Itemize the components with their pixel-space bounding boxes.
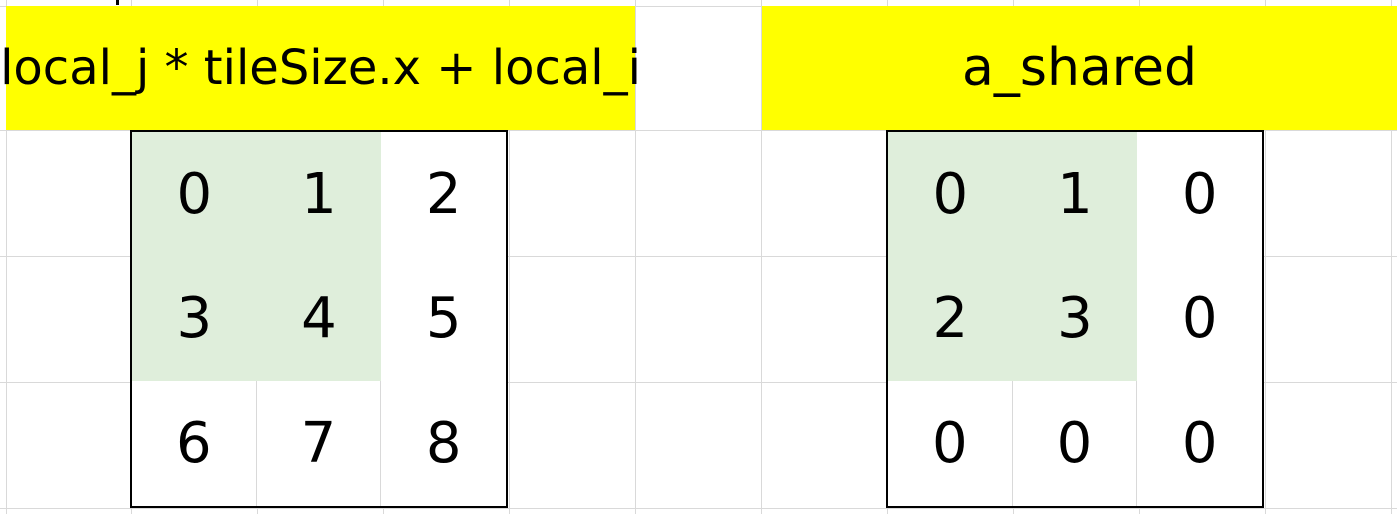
a-shared-matrix: 0 1 0 2 3 0 0 0 0 [886, 130, 1264, 508]
matrix-cell: 0 [888, 381, 1013, 506]
gridline [0, 508, 1397, 509]
matrix-cell: 4 [256, 256, 382, 382]
matrix-cell: 2 [888, 256, 1013, 382]
matrix-cell: 0 [1137, 132, 1262, 257]
right-header-label: a_shared [961, 38, 1197, 98]
matrix-cell: 0 [132, 132, 257, 257]
matrix-cell: 0 [1137, 256, 1262, 382]
index-matrix: 0 1 2 3 4 5 6 7 8 [130, 130, 508, 508]
matrix-cell: 8 [381, 381, 506, 506]
left-header-label: local_j * tileSize.x + local_i [0, 40, 641, 96]
matrix-cell: 0 [1012, 381, 1138, 506]
left-header: local_j * tileSize.x + local_i [0, 6, 641, 130]
matrix-cell: 5 [381, 256, 506, 382]
matrix-cell: 3 [132, 256, 257, 382]
matrix-cell: 0 [888, 132, 1013, 257]
matrix-cell: 0 [1137, 381, 1262, 506]
cell-edge-mark [116, 0, 119, 5]
matrix-cell: 6 [132, 381, 257, 506]
right-header: a_shared [762, 6, 1397, 130]
matrix-cell: 7 [256, 381, 382, 506]
matrix-cell: 3 [1012, 256, 1138, 382]
matrix-cell: 1 [1012, 132, 1138, 257]
matrix-cell: 2 [381, 132, 506, 257]
matrix-cell: 1 [256, 132, 382, 257]
